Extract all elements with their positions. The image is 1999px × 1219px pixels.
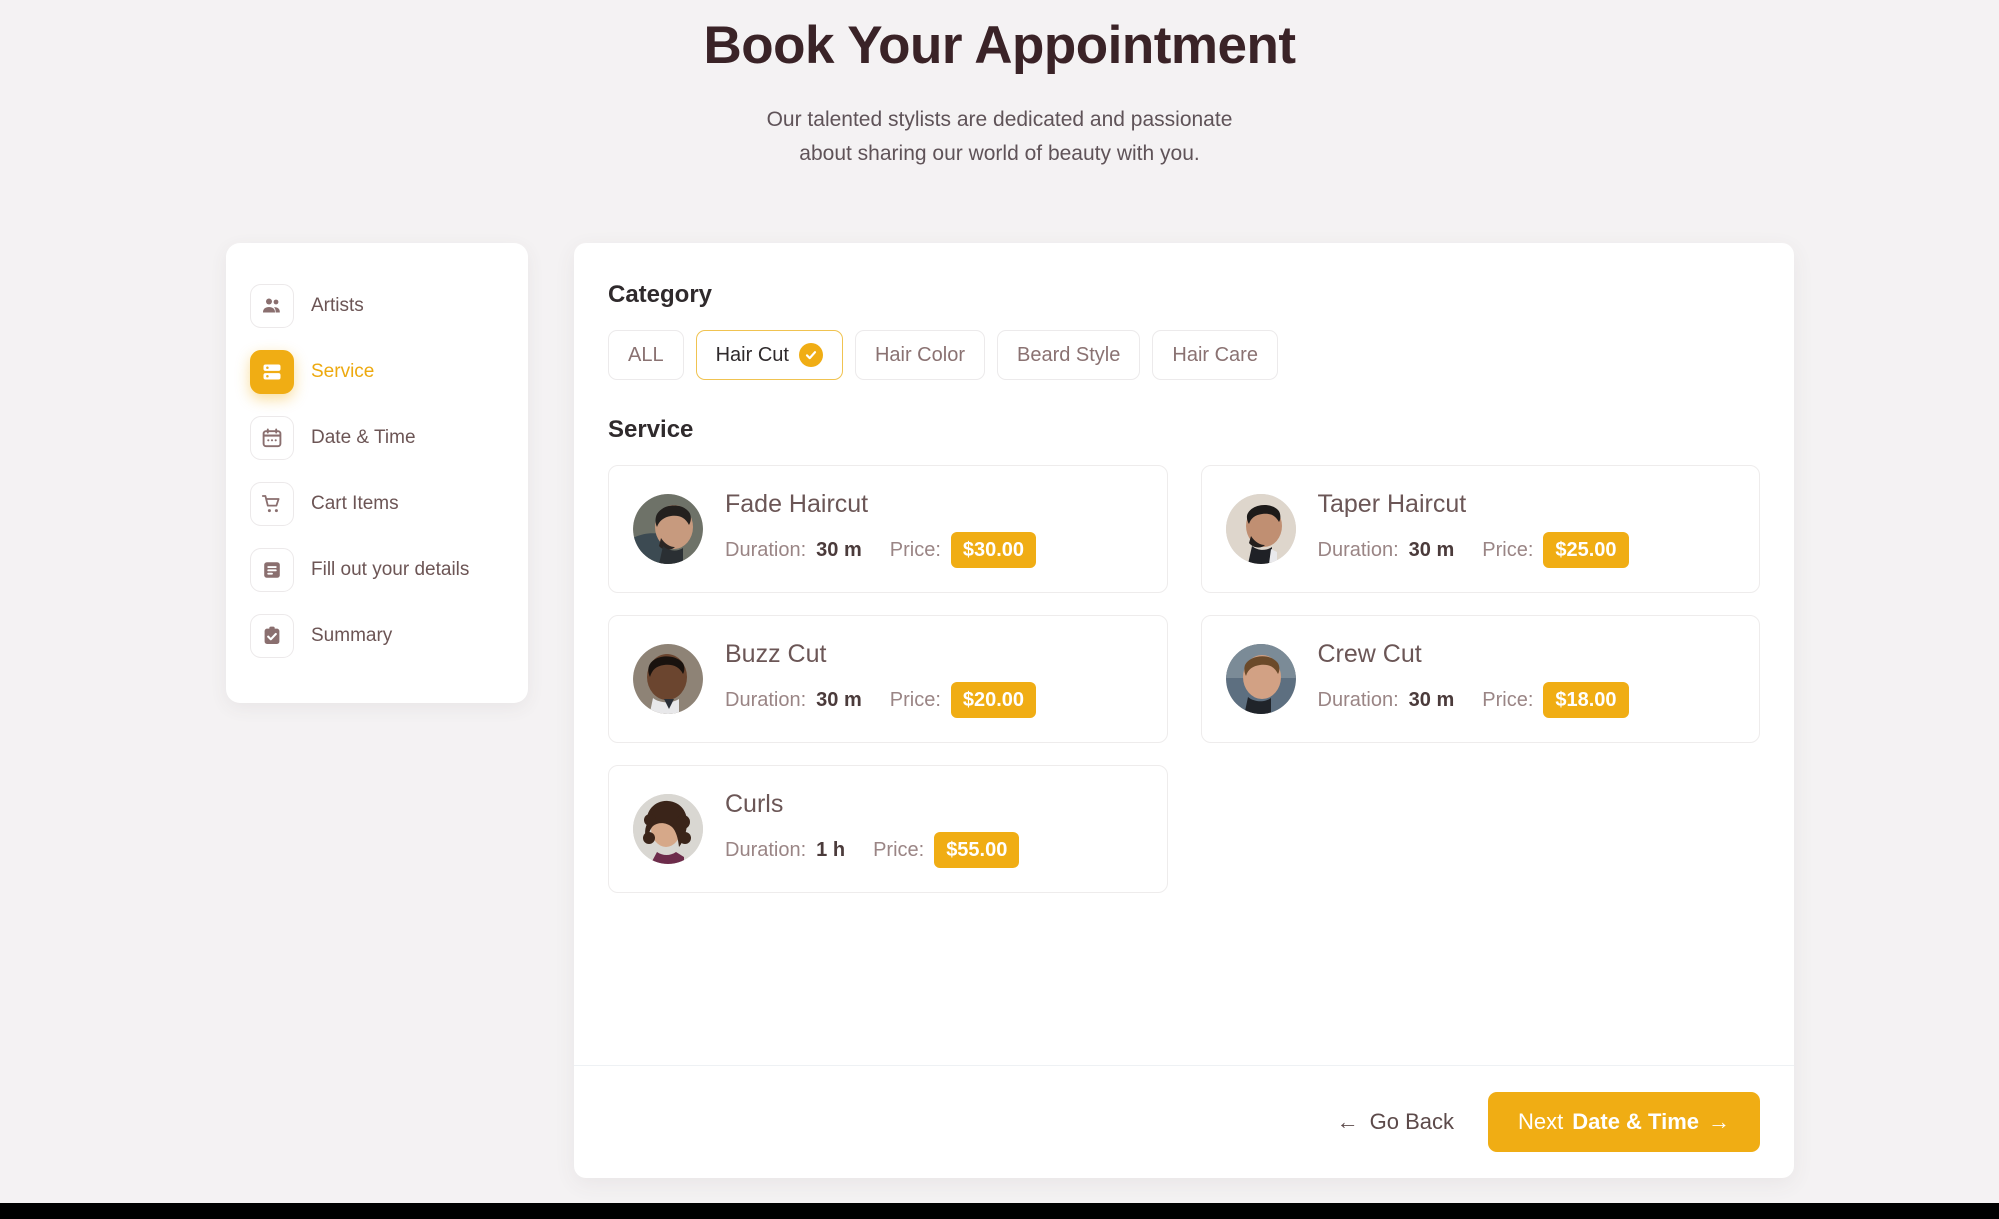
price-label: Price: [1482, 538, 1534, 561]
clipboard-check-icon [250, 614, 294, 658]
service-name: Crew Cut [1317, 639, 1422, 668]
service-avatar [633, 494, 703, 564]
sidebar-item-label: Artists [311, 295, 364, 317]
service-avatar [633, 644, 703, 714]
service-name: Taper Haircut [1317, 489, 1467, 518]
next-prefix-label: Next [1518, 1109, 1564, 1134]
duration-label: Duration: [1317, 688, 1399, 711]
service-info: Fade Haircut Duration: 30 m Price: $30.0… [725, 490, 1143, 569]
subtitle-line-2: about sharing our world of beauty with y… [799, 141, 1200, 165]
go-back-button[interactable]: ← Go Back [1337, 1109, 1454, 1135]
service-avatar [1225, 494, 1296, 564]
service-heading: Service [608, 416, 694, 443]
service-info: Buzz Cut Duration: 30 m Price: $20.00 [725, 640, 1143, 719]
duration-value: 30 m [816, 538, 862, 561]
category-chip-beard-style[interactable]: Beard Style [996, 330, 1141, 380]
arrow-left-icon: ← [1336, 1109, 1359, 1134]
service-meta: Duration: 30 m Price: $30.00 [725, 532, 1143, 569]
category-chip-hair-care[interactable]: Hair Care [1152, 330, 1278, 380]
duration-label: Duration: [725, 688, 807, 711]
category-chip-label: Hair Color [874, 344, 965, 366]
duration-value: 30 m [1408, 688, 1455, 711]
service-name: Buzz Cut [725, 639, 827, 668]
service-card[interactable]: Taper Haircut Duration: 30 m Price: $25.… [1200, 465, 1760, 593]
go-back-label: Go Back [1369, 1109, 1454, 1134]
service-meta: Duration: 30 m Price: $25.00 [1317, 532, 1736, 569]
sidebar-item-label: Summary [311, 625, 393, 647]
booking-layout: Artists Service Date & Time Cart Items F… [226, 243, 1794, 1178]
service-info: Taper Haircut Duration: 30 m Price: $25.… [1318, 490, 1736, 569]
service-meta: Duration: 1 h Price: $55.00 [725, 832, 1143, 869]
price-label: Price: [889, 538, 941, 561]
page-title: Book Your Appointment [703, 16, 1296, 75]
category-chip-all[interactable]: ALL [608, 330, 684, 380]
service-name: Curls [725, 789, 784, 818]
booking-page: Book Your Appointment Our talented styli… [0, 0, 1999, 1219]
service-list: Fade Haircut Duration: 30 m Price: $30.0… [608, 465, 1760, 893]
category-chip-hair-cut[interactable]: Hair Cut [695, 330, 843, 380]
service-meta: Duration: 30 m Price: $18.00 [1317, 682, 1736, 719]
duration-label: Duration: [725, 538, 807, 561]
sidebar-item-label: Service [311, 361, 375, 383]
duration-value: 30 m [816, 688, 862, 711]
bottom-strip [0, 1203, 1999, 1219]
check-circle-icon [798, 343, 823, 367]
next-step-button[interactable]: Next Date & Time → [1488, 1092, 1760, 1152]
sidebar-item-date-time[interactable]: Date & Time [250, 405, 504, 471]
sidebar-item-label: Date & Time [311, 427, 416, 449]
price-badge: $30.00 [950, 532, 1037, 569]
arrow-right-icon: → [1708, 1109, 1730, 1134]
step-sidebar: Artists Service Date & Time Cart Items F… [226, 243, 528, 703]
service-info: Curls Duration: 1 h Price: $55.00 [725, 790, 1143, 869]
sidebar-item-label: Cart Items [311, 493, 399, 515]
service-name: Fade Haircut [725, 489, 869, 518]
cart-icon [250, 482, 294, 526]
calendar-icon [250, 416, 294, 460]
duration-value: 1 h [816, 838, 846, 861]
service-info: Crew Cut Duration: 30 m Price: $18.00 [1318, 640, 1736, 719]
sidebar-item-service[interactable]: Service [250, 339, 504, 405]
price-badge: $25.00 [1543, 532, 1629, 569]
service-card[interactable]: Curls Duration: 1 h Price: $55.00 [608, 765, 1168, 893]
sidebar-item-label: Fill out your details [311, 559, 470, 581]
duration-value: 30 m [1408, 538, 1455, 561]
price-badge: $18.00 [1543, 682, 1629, 719]
service-card[interactable]: Fade Haircut Duration: 30 m Price: $30.0… [608, 465, 1168, 593]
service-meta: Duration: 30 m Price: $20.00 [725, 682, 1143, 719]
category-chip-label: Hair Cut [715, 344, 789, 366]
category-filter-list: ALL Hair Cut Hair Color Beard Style Hair… [608, 330, 1760, 380]
service-selection-panel: Category ALL Hair Cut Hair Color Beard S… [574, 243, 1794, 1178]
sidebar-item-fill-out-your-details[interactable]: Fill out your details [250, 537, 504, 603]
sidebar-item-artists[interactable]: Artists [250, 273, 504, 339]
duration-label: Duration: [725, 838, 807, 861]
category-heading: Category [608, 281, 713, 308]
category-chip-label: ALL [628, 344, 664, 366]
category-chip-label: Beard Style [1016, 344, 1121, 366]
service-card[interactable]: Crew Cut Duration: 30 m Price: $18.00 [1200, 615, 1760, 743]
price-label: Price: [1482, 688, 1534, 711]
category-chip-hair-color[interactable]: Hair Color [854, 330, 985, 380]
sidebar-item-summary[interactable]: Summary [250, 603, 504, 669]
panel-body: Category ALL Hair Cut Hair Color Beard S… [574, 243, 1794, 1065]
service-avatar [633, 794, 703, 864]
price-label: Price: [873, 838, 925, 861]
service-list-icon [250, 350, 294, 394]
form-icon [250, 548, 294, 592]
next-target-label: Date & Time [1572, 1109, 1699, 1134]
page-header: Book Your Appointment Our talented styli… [0, 0, 1999, 171]
page-subtitle: Our talented stylists are dedicated and … [0, 103, 1999, 171]
duration-label: Duration: [1317, 538, 1399, 561]
service-card[interactable]: Buzz Cut Duration: 30 m Price: $20.00 [608, 615, 1168, 743]
price-label: Price: [889, 688, 941, 711]
price-badge: $55.00 [934, 832, 1020, 869]
category-chip-label: Hair Care [1172, 344, 1258, 366]
price-badge: $20.00 [950, 682, 1037, 719]
people-icon [250, 284, 294, 328]
sidebar-item-cart-items[interactable]: Cart Items [250, 471, 504, 537]
panel-footer: ← Go Back Next Date & Time → [574, 1065, 1794, 1178]
service-avatar [1225, 644, 1296, 714]
subtitle-line-1: Our talented stylists are dedicated and … [766, 107, 1233, 131]
